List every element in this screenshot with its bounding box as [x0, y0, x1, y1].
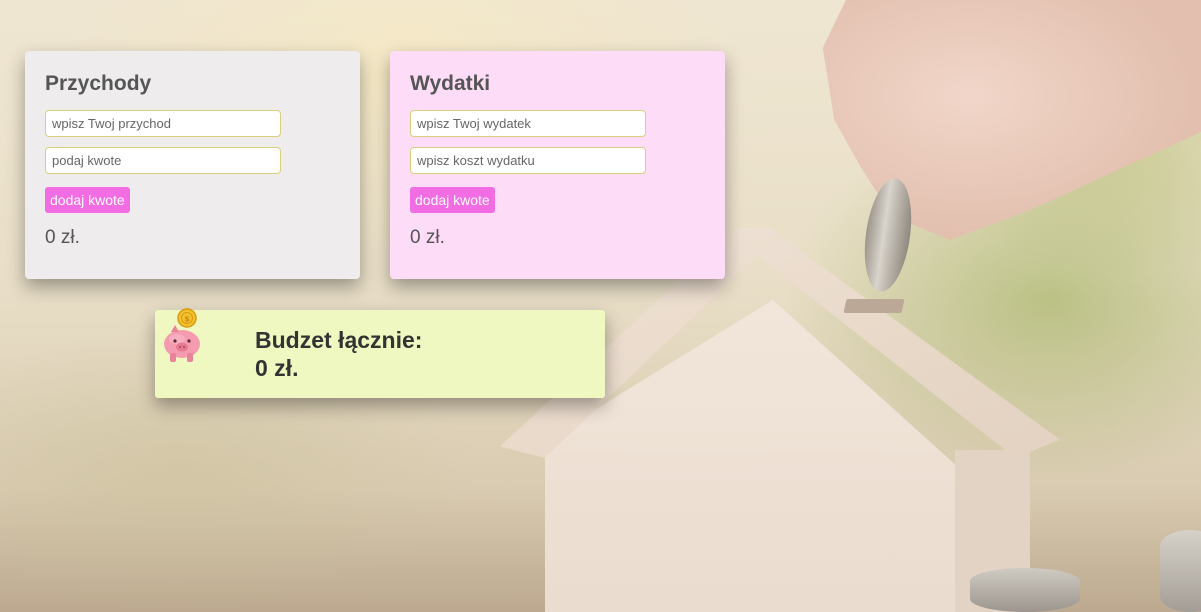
svg-text:$: $: [184, 315, 190, 324]
income-card: Przychody dodaj kwote 0 zł.: [25, 51, 360, 279]
budget-summary: $ Budzet łącznie: 0 zł.: [155, 308, 605, 398]
expenses-title: Wydatki: [410, 72, 491, 95]
income-total: 0 zł.: [45, 227, 80, 248]
income-title: Przychody: [45, 72, 152, 95]
piggy-bank-icon: $: [164, 308, 200, 362]
budget-total: 0 zł.: [255, 355, 299, 381]
income-amount-input[interactable]: [45, 147, 281, 174]
expense-name-input[interactable]: [410, 110, 646, 137]
income-name-input[interactable]: [45, 110, 281, 137]
background-coin-stack-right: [1160, 530, 1201, 612]
expenses-card: Wydatki dodaj kwote 0 zł.: [390, 51, 725, 279]
add-expense-button[interactable]: dodaj kwote: [410, 187, 495, 213]
background-coin-slot: [843, 299, 905, 313]
expense-cost-input[interactable]: [410, 147, 646, 174]
budget-title: Budzet łącznie:: [255, 327, 423, 353]
add-income-button[interactable]: dodaj kwote: [45, 187, 130, 213]
expenses-total: 0 zł.: [410, 227, 445, 248]
background-coin-stack: [970, 568, 1080, 612]
